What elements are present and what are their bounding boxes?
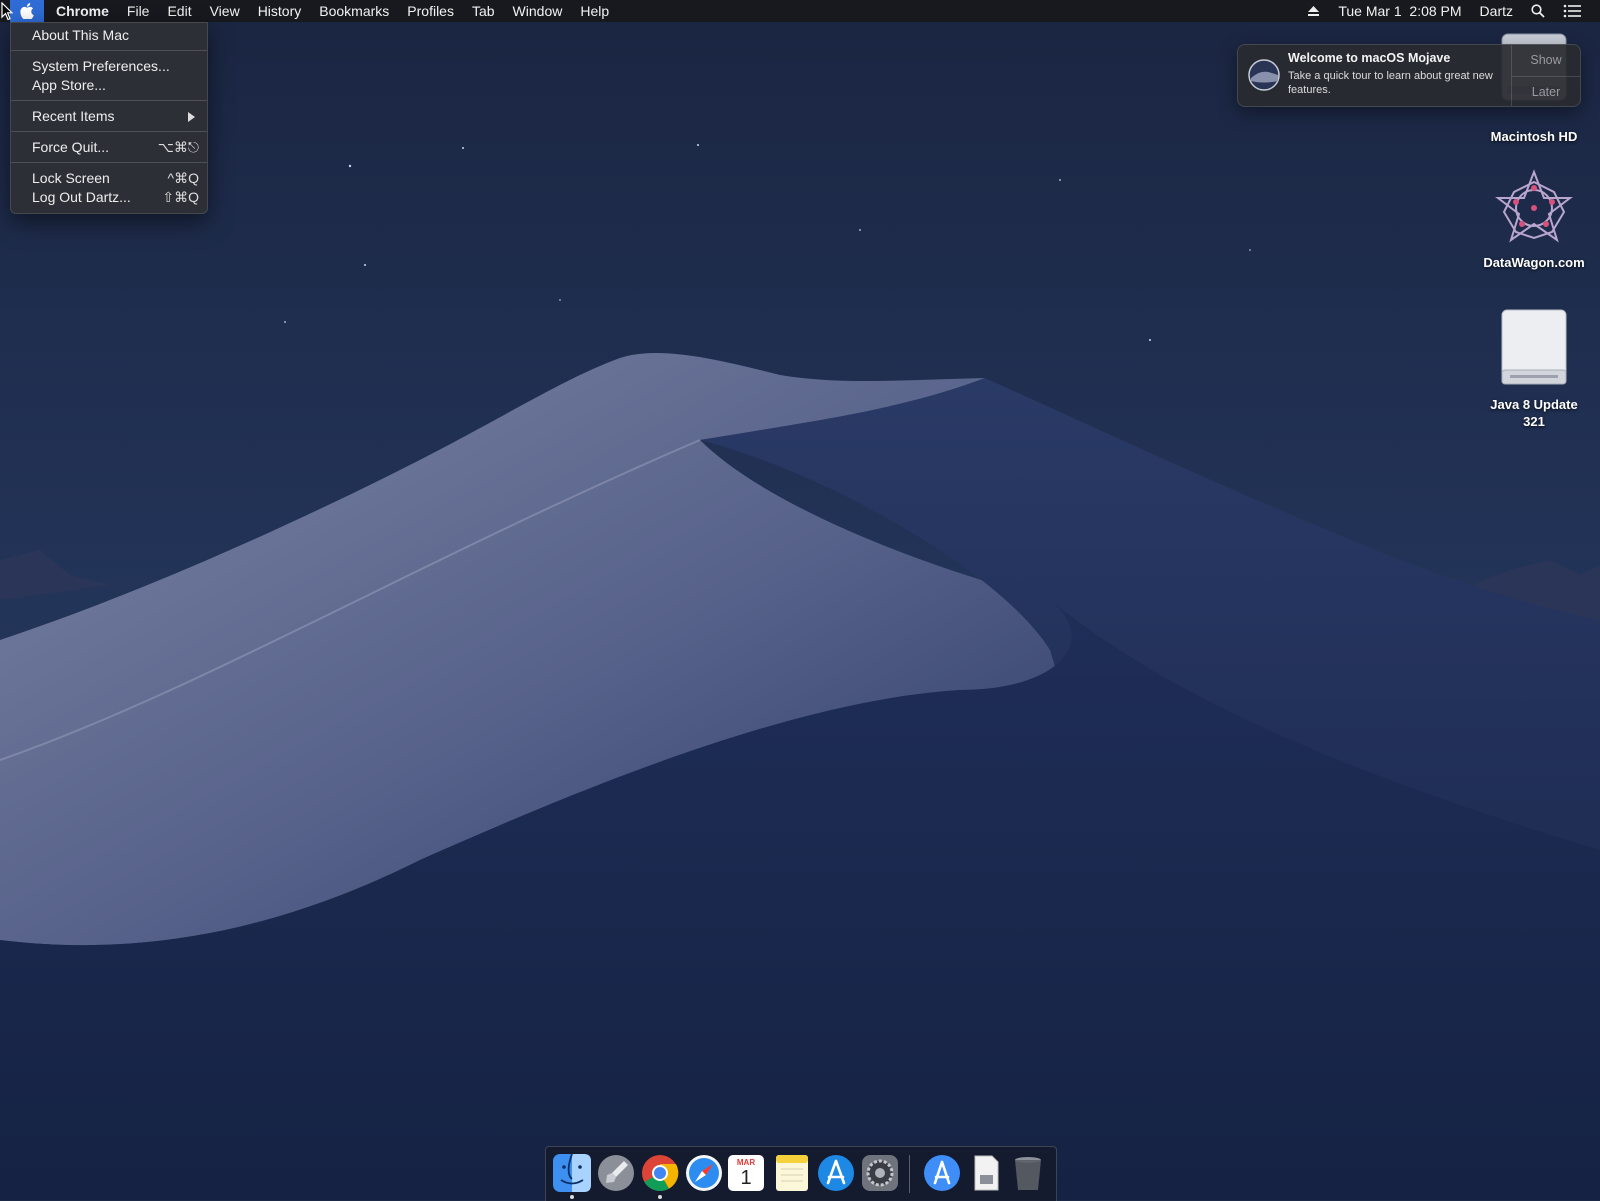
apple-icon xyxy=(20,3,34,19)
later-button[interactable]: Later xyxy=(1512,76,1580,107)
spotlight-icon xyxy=(1531,4,1545,18)
running-indicator xyxy=(570,1195,574,1199)
menu-item-label: Force Quit... xyxy=(32,139,110,155)
dock: MAR 1 xyxy=(545,1146,1057,1201)
applications-folder-icon[interactable] xyxy=(922,1153,962,1193)
menu-chrome[interactable]: Chrome xyxy=(44,0,118,22)
menu-item-shortcut: ^⌘Q xyxy=(167,170,199,186)
menu-separator xyxy=(11,162,207,163)
safari-icon[interactable] xyxy=(684,1153,724,1193)
mojave-icon xyxy=(1248,59,1280,91)
finder-icon[interactable] xyxy=(552,1153,592,1193)
menu-item-label: About This Mac xyxy=(32,27,130,43)
desktop-icon-label: Macintosh HD xyxy=(1490,129,1578,144)
notification-actions: Show Later xyxy=(1511,45,1580,106)
spotlight-button[interactable] xyxy=(1522,4,1554,18)
user-name[interactable]: Dartz xyxy=(1471,0,1522,22)
menu-separator xyxy=(11,131,207,132)
datawagon-logo-icon xyxy=(1495,169,1573,243)
menu-item-label: Lock Screen xyxy=(32,170,110,186)
calendar-icon[interactable]: MAR 1 xyxy=(728,1155,764,1191)
menu-item-shortcut: ⇧⌘Q xyxy=(162,189,199,205)
launchpad-icon[interactable] xyxy=(596,1153,636,1193)
menu-item-log-out[interactable]: Log Out Dartz... ⇧⌘Q xyxy=(11,188,207,207)
menu-item-app-store[interactable]: App Store... xyxy=(11,76,207,95)
menu-item-label: Log Out Dartz... xyxy=(32,189,131,205)
menu-bookmarks[interactable]: Bookmarks xyxy=(310,0,398,22)
apple-menu-button[interactable] xyxy=(10,0,44,22)
chrome-icon[interactable] xyxy=(640,1153,680,1193)
menu-item-recent-items[interactable]: Recent Items xyxy=(11,107,207,126)
menu-item-shortcut: ⌥⌘⎋ xyxy=(157,139,199,155)
notification-banner[interactable]: Welcome to macOS Mojave Take a quick tou… xyxy=(1237,44,1581,107)
submenu-arrow-icon xyxy=(188,112,195,122)
menu-item-label: App Store... xyxy=(32,77,106,93)
eject-icon xyxy=(1308,6,1320,16)
menu-edit[interactable]: Edit xyxy=(158,0,200,22)
menu-profiles[interactable]: Profiles xyxy=(398,0,463,22)
eject-status-item[interactable] xyxy=(1298,5,1329,17)
dock-separator xyxy=(909,1155,910,1193)
notification-title: Welcome to macOS Mojave xyxy=(1288,51,1451,65)
notification-center-icon xyxy=(1563,4,1581,18)
menu-window[interactable]: Window xyxy=(504,0,572,22)
system-preferences-icon[interactable] xyxy=(860,1153,900,1193)
running-indicator xyxy=(658,1195,662,1199)
menu-help[interactable]: Help xyxy=(571,0,618,22)
desktop-icon-label-line1: Java 8 Update xyxy=(1490,397,1578,412)
apple-menu-dropdown: About This Mac System Preferences... App… xyxy=(10,22,208,214)
documents-icon[interactable] xyxy=(966,1153,1006,1193)
menu-history[interactable]: History xyxy=(249,0,311,22)
menu-separator xyxy=(11,50,207,51)
menu-view[interactable]: View xyxy=(201,0,249,22)
menu-separator xyxy=(11,100,207,101)
desktop-wallpaper xyxy=(0,0,1600,1200)
datetime[interactable]: Tue Mar 1 2:08 PM xyxy=(1329,0,1470,22)
notification-body: Take a quick tour to learn about great n… xyxy=(1288,70,1493,96)
notes-icon[interactable] xyxy=(772,1153,812,1193)
desktop-icon-label: DataWagon.com xyxy=(1483,255,1585,270)
disk-image-icon xyxy=(1501,309,1567,385)
desktop-icon-java-update[interactable]: Java 8 Update 321 xyxy=(1474,308,1594,430)
show-button[interactable]: Show xyxy=(1512,45,1580,75)
menu-file[interactable]: File xyxy=(118,0,159,22)
trash-icon[interactable] xyxy=(1008,1153,1048,1193)
menu-item-system-preferences[interactable]: System Preferences... xyxy=(11,57,207,76)
menu-bar: Chrome File Edit View History Bookmarks … xyxy=(0,0,1600,22)
mouse-cursor-icon xyxy=(1,2,13,21)
menu-item-label: Recent Items xyxy=(32,108,115,124)
menu-item-label: System Preferences... xyxy=(32,58,170,74)
menu-item-force-quit[interactable]: Force Quit... ⌥⌘⎋ xyxy=(11,138,207,157)
app-store-icon[interactable] xyxy=(816,1153,856,1193)
menu-tab[interactable]: Tab xyxy=(463,0,504,22)
desktop-icon-label-line2: 321 xyxy=(1523,414,1545,429)
desktop-icon-datawagon[interactable]: DataWagon.com xyxy=(1474,168,1594,271)
notification-center-button[interactable] xyxy=(1554,4,1590,18)
menu-item-lock-screen[interactable]: Lock Screen ^⌘Q xyxy=(11,169,207,188)
desktop-icon-label: Java 8 Update 321 xyxy=(1474,396,1594,430)
calendar-day: 1 xyxy=(740,1167,752,1189)
menu-item-about-this-mac[interactable]: About This Mac xyxy=(11,26,207,45)
